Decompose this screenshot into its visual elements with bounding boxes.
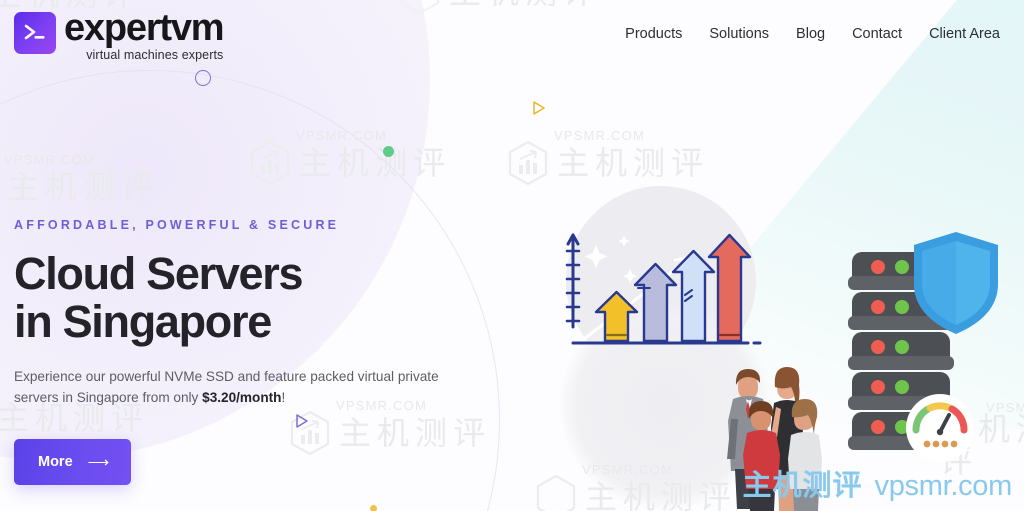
decor-dot-yellow	[370, 505, 377, 511]
watermark-url-bottom: vpsmr.com	[874, 470, 1013, 502]
main-nav: Products Solutions Blog Contact Client A…	[625, 26, 1000, 42]
decor-circle-outline	[195, 70, 211, 86]
hero-description: Experience our powerful NVMe SSD and fea…	[14, 366, 454, 408]
chart-bar-4	[707, 233, 752, 343]
led-green	[895, 260, 909, 274]
watermark-en: VPSMR.COM	[4, 152, 95, 167]
watermark-cn-bottom: 主机测评	[742, 468, 863, 502]
watermark-tile: VPSMR.COM 主机测评	[0, 152, 159, 209]
logo-tagline: virtual machines experts	[86, 47, 224, 62]
watermark-tile: VPSMR.COM 主机测评	[536, 462, 737, 511]
watermark-hex-icon	[508, 141, 548, 185]
more-button-label: More	[38, 454, 73, 471]
watermark-en: VPSMR.COM	[986, 400, 1024, 415]
page-root: VPSMR.COM 主机测评 VPSMR.COM 主机测评 VPSMR.COM …	[0, 0, 1024, 511]
growth-chart-illustration	[565, 233, 762, 345]
page-title: Cloud Servers in Singapore	[14, 248, 484, 348]
nav-item-contact[interactable]: Contact	[852, 26, 902, 42]
watermark-hex-icon	[250, 141, 290, 185]
chart-bar-1	[594, 290, 639, 343]
watermark-hex-icon	[536, 475, 576, 511]
arrow-right-icon: ⟶	[87, 454, 110, 472]
watermark-en: VPSMR.COM	[296, 128, 387, 143]
decor-triangle-yellow-icon	[533, 101, 545, 115]
chart-bar-3	[671, 249, 716, 343]
watermark-cn: 主机测评	[585, 478, 738, 511]
speedometer-gauge-icon	[906, 394, 974, 462]
watermark-en: VPSMR.COM	[554, 128, 645, 143]
chart-bar-2	[633, 262, 678, 343]
watermark-cn: 主机测评	[557, 144, 710, 182]
watermark-tile: VPSMR.COM 主机测评	[250, 128, 451, 185]
headline-line-1: Cloud Servers	[14, 248, 304, 299]
led-red	[871, 340, 885, 354]
watermark-cn: 主机测评	[299, 144, 452, 182]
watermark-en: VPSMR.COM	[582, 462, 673, 477]
hero-description-end: !	[281, 390, 286, 406]
more-button[interactable]: More ⟶	[14, 439, 132, 486]
led-red	[871, 420, 885, 434]
decor-dot-green	[383, 146, 394, 157]
led-red	[871, 260, 885, 274]
headline-line-2: in Singapore	[14, 296, 272, 348]
led-green	[895, 300, 909, 314]
site-watermark: 主机测评 vpsmr.com	[742, 462, 1012, 504]
site-header: expertvm virtual machines experts Produc…	[0, 0, 1024, 66]
led-red	[871, 300, 885, 314]
hero-price: $3.20/month	[202, 390, 282, 406]
nav-item-client-area[interactable]: Client Area	[929, 26, 1000, 42]
watermark-cn: 主机测评	[7, 168, 160, 206]
logo-wordmark: expertvm	[64, 6, 225, 49]
hero-section: AFFORDABLE, POWERFUL & SECURE Cloud Serv…	[14, 218, 484, 486]
hero-eyebrow: AFFORDABLE, POWERFUL & SECURE	[14, 218, 340, 232]
nav-item-solutions[interactable]: Solutions	[709, 26, 769, 42]
led-green	[895, 340, 909, 354]
terminal-prompt-icon	[14, 11, 56, 54]
nav-item-blog[interactable]: Blog	[796, 26, 825, 42]
led-red	[871, 380, 885, 394]
nav-item-products[interactable]: Products	[625, 26, 682, 42]
security-shield-icon	[914, 232, 998, 334]
logo[interactable]: expertvm virtual machines experts	[14, 5, 225, 62]
watermark-tile: VPSMR.COM 主机测评	[508, 128, 709, 185]
